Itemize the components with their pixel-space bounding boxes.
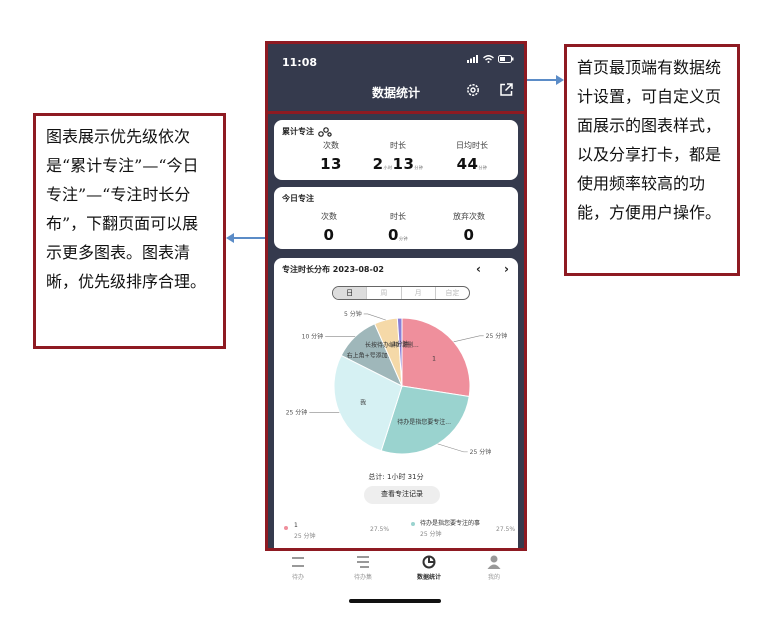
pie-slice-label: 1 [432, 356, 436, 363]
bottom-tab-bar: 待办 待办集 数据统计 我的 [265, 551, 527, 591]
cumulative-count: 次数 13 [320, 141, 342, 173]
pie-value-label: 25 分钟 [486, 332, 508, 340]
tab-todo[interactable]: 待办 [273, 555, 323, 581]
pie-leader-line [363, 313, 386, 321]
today-count: 次数 0 [321, 212, 337, 244]
duration-pie-chart[interactable]: 125 分钟待办是指您要专注...25 分钟我25 分钟右上角+号添加待...1… [274, 258, 518, 468]
today-abandon-count: 放弃次数 0 [453, 212, 485, 244]
annotation-right: 首页最顶端有数据统计设置，可自定义页面展示的图表样式，以及分享打卡，都是使用频率… [564, 44, 740, 276]
signal-icon [467, 55, 478, 63]
pie-value-label: 25 分钟 [470, 448, 492, 456]
collection-icon [357, 556, 369, 568]
pie-slice-label: 我 [360, 398, 366, 406]
phone-screen: 11:08 数据统计 累计专注 次数 13 时长 2小时13分钟 日均时长 44… [268, 44, 524, 548]
view-focus-records-button[interactable]: 查看专注记录 [364, 486, 440, 504]
legend-pct-1: 27.5% [370, 526, 390, 533]
list-icon [292, 557, 304, 567]
legend-pct-2: 27.5% [496, 526, 516, 533]
battery-icon [498, 55, 514, 63]
pie-slice[interactable] [401, 317, 471, 398]
cumulative-focus-card[interactable]: 累计专注 次数 13 时长 2小时13分钟 日均时长 44分钟 [274, 120, 518, 180]
cumulative-title: 累计专注 [282, 126, 332, 137]
pie-slice-label: 1分钟 [393, 340, 409, 348]
annotation-left: 图表展示优先级依次是“累计专注”—“今日专注”—“专注时长分布”，下翻页面可以展… [33, 113, 226, 349]
tab-todo-collection[interactable]: 待办集 [338, 555, 388, 581]
wifi-icon [483, 55, 494, 63]
person-icon [487, 555, 501, 569]
share-icon[interactable] [498, 82, 514, 98]
pie-value-label: 5 分钟 [344, 310, 362, 318]
pie-value-label: 10 分钟 [302, 333, 324, 341]
tab-me[interactable]: 我的 [469, 555, 519, 581]
pie-slice-label: 待办是指您要专注... [397, 418, 451, 426]
pie-chart-icon [422, 555, 436, 569]
today-duration: 时长 0分钟 [388, 212, 408, 244]
legend-dot-1 [284, 526, 288, 530]
page-title: 数据统计 [371, 86, 420, 100]
home-indicator [349, 599, 441, 603]
legend-dot-2 [411, 522, 415, 526]
gear-icon[interactable] [465, 82, 481, 98]
today-focus-card[interactable]: 今日专注 次数 0 时长 0分钟 放弃次数 0 [274, 187, 518, 249]
cumulative-duration: 时长 2小时13分钟 [372, 141, 424, 173]
tab-statistics[interactable]: 数据统计 [404, 555, 454, 581]
pie-leader-line [453, 335, 484, 343]
arrow-left-icon [226, 233, 268, 243]
total-duration: 总计: 1小时 31分 [368, 473, 424, 481]
status-bar: 11:08 [268, 44, 524, 78]
nodes-icon [318, 126, 332, 137]
legend-item-1: 1 25 分钟 [294, 522, 316, 540]
legend-item-2: 待办是指您要专注的事 25 分钟 [420, 520, 481, 538]
today-title: 今日专注 [282, 194, 314, 203]
arrow-right-icon [526, 75, 564, 85]
nav-bar: 数据统计 [268, 78, 524, 114]
pie-value-label: 25 分钟 [286, 408, 308, 416]
status-icons [467, 55, 514, 63]
duration-distribution-card: 专注时长分布 2023-08-02 ‹ › 日 周 月 自定 1 25 分钟 待办是… [274, 258, 518, 548]
status-time: 11:08 [282, 56, 318, 69]
cumulative-daily-average: 日均时长 44分钟 [456, 141, 488, 173]
pie-leader-line [437, 443, 468, 453]
